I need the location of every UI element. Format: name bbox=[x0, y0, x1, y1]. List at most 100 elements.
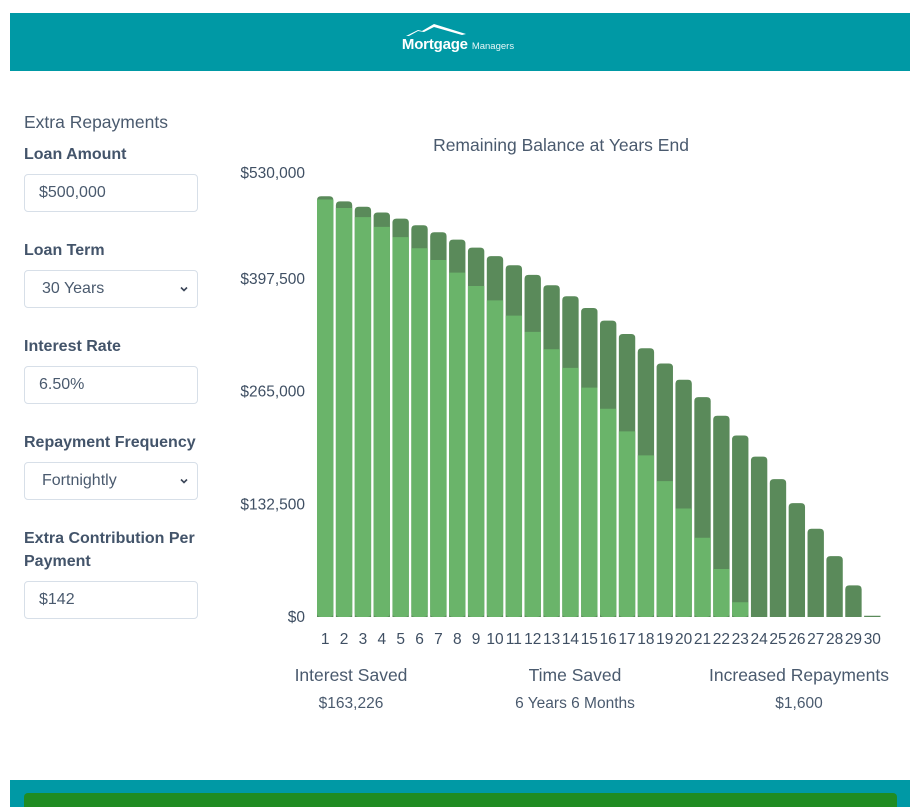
x-tick-label: 19 bbox=[656, 631, 673, 648]
x-tick-label: 20 bbox=[675, 631, 693, 648]
x-tick-label: 25 bbox=[769, 631, 786, 648]
bar-original-balance[interactable] bbox=[826, 556, 843, 617]
interest-rate-input[interactable]: 6.50% bbox=[24, 366, 198, 404]
site-header: Mortgage Managers bbox=[10, 13, 910, 71]
x-tick-label: 3 bbox=[359, 631, 368, 648]
bar-extra-balance[interactable] bbox=[694, 537, 711, 617]
x-tick-label: 8 bbox=[453, 631, 462, 648]
house-roof-icon bbox=[405, 23, 466, 36]
bar-extra-balance[interactable] bbox=[392, 237, 409, 617]
x-tick-label: 21 bbox=[694, 631, 711, 648]
x-tick-label: 4 bbox=[377, 631, 386, 648]
x-tick-label: 23 bbox=[732, 631, 749, 648]
loan-amount-value: $500,000 bbox=[39, 184, 106, 201]
bar-extra-balance[interactable] bbox=[354, 217, 372, 617]
stat-value: 6 Years 6 Months bbox=[515, 695, 635, 712]
y-tick-label: $132,500 bbox=[240, 496, 305, 513]
x-tick-label: 15 bbox=[581, 631, 598, 648]
bar-extra-balance[interactable] bbox=[335, 208, 353, 617]
x-tick-label: 6 bbox=[415, 631, 424, 648]
bar-extra-balance[interactable] bbox=[317, 199, 334, 618]
x-tick-label: 13 bbox=[543, 631, 560, 648]
bar-extra-balance[interactable] bbox=[524, 331, 541, 617]
bar-original-balance[interactable] bbox=[807, 528, 824, 617]
extra-repayments-form: Extra Repayments Loan Amount $500,000 Lo… bbox=[24, 112, 199, 646]
bar-extra-balance[interactable] bbox=[543, 349, 560, 617]
bar-extra-balance[interactable] bbox=[618, 431, 636, 617]
stat-time-saved: Time Saved 6 Years 6 Months bbox=[463, 664, 687, 713]
stat-label: Increased Repayments bbox=[709, 665, 889, 685]
bar-extra-balance[interactable] bbox=[562, 367, 579, 617]
bar-extra-balance[interactable] bbox=[713, 568, 730, 617]
bar-extra-balance[interactable] bbox=[411, 248, 428, 618]
bar-extra-balance[interactable] bbox=[430, 260, 447, 617]
loan-amount-label: Loan Amount bbox=[24, 146, 127, 163]
logo-main-text: Mortgage bbox=[401, 35, 468, 53]
extra-contribution-value: $142 bbox=[39, 591, 75, 608]
x-tick-label: 1 bbox=[321, 631, 330, 648]
y-tick-label: $397,500 bbox=[240, 271, 305, 288]
bar-extra-balance[interactable] bbox=[656, 481, 673, 617]
chart-canvas: $0$132,500$265,000$397,500$530,0001 2 3 4 5 6… bbox=[240, 165, 882, 648]
loan-term-value: 30 Years bbox=[42, 280, 105, 297]
bar-original-balance[interactable] bbox=[788, 503, 806, 617]
x-tick-label: 18 bbox=[637, 631, 654, 648]
bar-original-balance[interactable] bbox=[750, 456, 768, 617]
loan-term-select[interactable]: 30 Years bbox=[24, 270, 198, 308]
extra-contribution-input[interactable]: $142 bbox=[24, 581, 198, 619]
interest-rate-label: Interest Rate bbox=[24, 338, 121, 355]
y-tick-label: $530,000 bbox=[240, 165, 305, 182]
bar-original-balance[interactable] bbox=[864, 615, 881, 617]
x-tick-label: 17 bbox=[618, 631, 635, 648]
x-tick-label: 11 bbox=[506, 631, 522, 648]
x-tick-label: 27 bbox=[807, 631, 824, 648]
x-tick-label: 12 bbox=[524, 631, 541, 648]
chart-title: Remaining Balance at Years End bbox=[433, 135, 689, 155]
balance-chart: Remaining Balance at Years End $0 $132,50… bbox=[225, 125, 905, 655]
x-tick-label: 24 bbox=[750, 631, 768, 648]
loan-term-label: Loan Term bbox=[24, 242, 105, 259]
bar-original-balance[interactable] bbox=[769, 479, 787, 617]
x-tick-label: 16 bbox=[600, 631, 617, 648]
bar-extra-balance[interactable] bbox=[505, 315, 523, 617]
stat-label: Interest Saved bbox=[294, 665, 408, 685]
mortgage-managers-logo[interactable]: Mortgage Managers bbox=[401, 23, 514, 53]
form-title: Extra Repayments bbox=[24, 112, 168, 132]
x-tick-label: 2 bbox=[340, 631, 349, 648]
x-tick-label: 22 bbox=[713, 631, 730, 648]
bar-extra-balance[interactable] bbox=[675, 508, 692, 617]
savings-summary: Interest Saved $163,226 Time Saved 6 Yea… bbox=[239, 664, 911, 713]
chevron-down-icon bbox=[180, 478, 188, 484]
stat-value: $163,226 bbox=[318, 695, 384, 712]
x-tick-label: 9 bbox=[472, 631, 481, 648]
loan-amount-input[interactable]: $500,000 bbox=[24, 174, 198, 212]
repayment-frequency-select[interactable]: Fortnightly bbox=[24, 462, 198, 500]
x-tick-label: 26 bbox=[788, 631, 805, 648]
stat-increased-repayments: Increased Repayments $1,600 bbox=[687, 664, 911, 713]
x-tick-label: 30 bbox=[864, 631, 882, 648]
x-tick-label: 10 bbox=[486, 631, 504, 648]
bar-extra-balance[interactable] bbox=[486, 300, 504, 617]
bar-extra-balance[interactable] bbox=[637, 455, 655, 617]
bar-original-balance[interactable] bbox=[732, 435, 749, 617]
x-tick-label: 28 bbox=[826, 631, 843, 648]
x-tick-label: 29 bbox=[845, 631, 862, 648]
bar-original-balance[interactable] bbox=[845, 585, 862, 617]
bar-extra-balance[interactable] bbox=[581, 387, 598, 617]
stat-value: $1,600 bbox=[775, 695, 823, 712]
bar-extra-balance[interactable] bbox=[732, 602, 749, 617]
interest-rate-value: 6.50% bbox=[39, 376, 85, 393]
x-tick-label: 7 bbox=[434, 631, 443, 648]
bar-extra-balance[interactable] bbox=[600, 408, 617, 617]
y-tick-label: $265,000 bbox=[240, 384, 305, 401]
bar-extra-balance[interactable] bbox=[373, 226, 390, 618]
stat-label: Time Saved bbox=[528, 665, 622, 685]
x-tick-label: 14 bbox=[562, 631, 580, 648]
stat-interest-saved: Interest Saved $163,226 bbox=[239, 664, 463, 713]
repayment-frequency-label: Repayment Frequency bbox=[24, 434, 196, 451]
chevron-down-icon bbox=[180, 286, 188, 292]
footer-action-bar[interactable] bbox=[24, 793, 897, 807]
x-tick-label: 5 bbox=[396, 631, 405, 648]
bar-extra-balance[interactable] bbox=[467, 285, 485, 617]
bar-extra-balance[interactable] bbox=[449, 272, 466, 617]
